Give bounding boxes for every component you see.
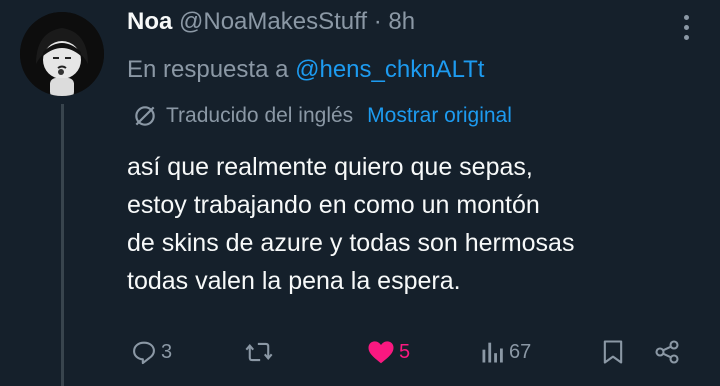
- show-original-link[interactable]: Mostrar original: [367, 104, 512, 128]
- views-button[interactable]: 67: [480, 332, 531, 372]
- like-count: 5: [399, 340, 411, 363]
- author-handle[interactable]: @NoaMakesStuff: [179, 8, 367, 35]
- action-bar: 3 5 67: [0, 332, 720, 372]
- share-button[interactable]: [653, 332, 681, 372]
- share-icon: [655, 340, 679, 364]
- views-icon: [482, 342, 503, 363]
- translated-label: Traducido del inglés: [166, 104, 354, 127]
- body-line: todas valen la pena la espera.: [127, 267, 461, 295]
- heart-icon: [368, 341, 394, 364]
- reply-icon: [133, 341, 155, 365]
- tweet-header: Noa @NoaMakesStuff · 8h: [127, 8, 415, 44]
- timestamp[interactable]: 8h: [388, 8, 415, 35]
- avatar[interactable]: [20, 12, 104, 96]
- bookmark-button[interactable]: [601, 332, 625, 372]
- retweet-button[interactable]: [244, 332, 274, 372]
- avatar-image: [20, 12, 104, 96]
- reply-to-link[interactable]: @hens_chknALTt: [295, 56, 484, 83]
- tweet-body: así que realmente quiero que sepas, esto…: [127, 148, 697, 300]
- bookmark-icon: [603, 340, 623, 364]
- reply-prefix: En respuesta a: [127, 56, 289, 83]
- author-name[interactable]: Noa: [127, 8, 172, 35]
- reply-context: En respuesta a @hens_chknALTt: [127, 56, 484, 84]
- retweet-icon: [245, 342, 273, 362]
- body-line: de skins de azure y todas son hermosas: [127, 229, 575, 257]
- separator-dot: ·: [373, 8, 382, 35]
- body-line: estoy trabajando en como un montón: [127, 191, 540, 219]
- globe-slash-icon: [135, 106, 155, 126]
- more-icon[interactable]: [674, 12, 698, 48]
- translation-notice: Traducido del inglés Mostrar original: [132, 103, 512, 129]
- reply-button[interactable]: 3: [130, 332, 172, 372]
- like-button[interactable]: 5: [366, 332, 410, 372]
- views-count: 67: [509, 340, 532, 363]
- body-line: así que realmente quiero que sepas,: [127, 153, 533, 181]
- reply-count: 3: [161, 340, 173, 363]
